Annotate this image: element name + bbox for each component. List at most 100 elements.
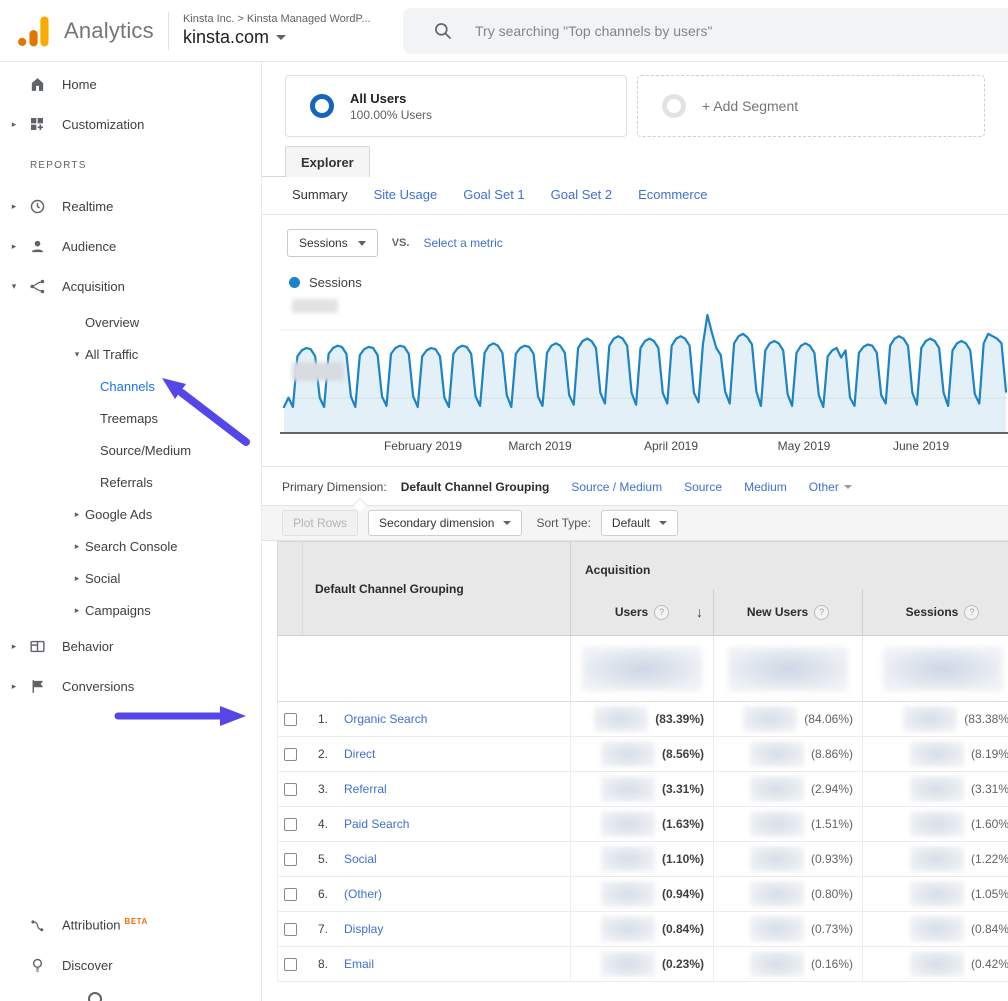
table-row: 1. Organic Search (83.39%) (84.06%) (83.…	[277, 702, 1008, 737]
chevron-right-icon: ▸	[71, 509, 83, 520]
dimension-source[interactable]: Source	[684, 480, 722, 494]
new-users-percent: (84.06%)	[804, 712, 853, 726]
help-icon[interactable]: ?	[654, 605, 669, 620]
sort-type-label: Sort Type:	[536, 516, 590, 530]
subtab-site-usage[interactable]: Site Usage	[374, 187, 438, 202]
subtab-goal-set-1[interactable]: Goal Set 1	[463, 187, 524, 202]
search-icon	[433, 21, 453, 41]
search-input[interactable]: Try searching "Top channels by users"	[403, 8, 1008, 54]
sidebar-item-channels[interactable]: Channels	[0, 370, 261, 402]
subtab-goal-set-2[interactable]: Goal Set 2	[551, 187, 612, 202]
sidebar-item-customization[interactable]: ▸ Customization	[0, 104, 261, 144]
channel-link[interactable]: Referral	[344, 782, 387, 796]
admin-gear-icon-partial[interactable]	[88, 992, 102, 1001]
channel-link[interactable]: Social	[344, 852, 377, 866]
channel-link[interactable]: Organic Search	[344, 712, 427, 726]
sessions-percent: (1.60%)	[971, 817, 1008, 831]
sidebar-item-referrals[interactable]: Referrals	[0, 466, 261, 498]
row-checkbox[interactable]	[284, 748, 297, 761]
sidebar-item-google-ads[interactable]: ▸ Google Ads	[0, 498, 261, 530]
sessions-percent: (0.84%)	[971, 922, 1008, 936]
row-checkbox[interactable]	[284, 958, 297, 971]
sidebar-item-overview[interactable]: Overview	[0, 306, 261, 338]
sidebar-item-discover[interactable]: Discover	[0, 945, 261, 985]
app-header: Analytics Kinsta Inc. > Kinsta Managed W…	[0, 0, 1008, 62]
sidebar-item-source-medium[interactable]: Source/Medium	[0, 434, 261, 466]
subtab-ecommerce[interactable]: Ecommerce	[638, 187, 707, 202]
subtab-summary[interactable]: Summary	[292, 187, 348, 202]
dimension-other-dropdown[interactable]: Other	[809, 480, 852, 494]
table-row: 5. Social (1.10%) (0.93%) (1.22%)	[277, 842, 1008, 877]
row-checkbox[interactable]	[284, 713, 297, 726]
sidebar-item-all-traffic[interactable]: ▾ All Traffic	[0, 338, 261, 370]
sidebar-item-audience[interactable]: ▸ Audience	[0, 226, 261, 266]
analytics-logo[interactable]: Analytics	[0, 11, 168, 51]
sessions-percent: (83.38%)	[964, 712, 1008, 726]
dimension-medium[interactable]: Medium	[744, 480, 787, 494]
sidebar-footer: AttributionBETA Discover	[0, 905, 261, 985]
users-percent: (1.63%)	[662, 817, 704, 831]
tab-explorer[interactable]: Explorer	[285, 146, 370, 177]
chart-area-fill	[284, 315, 1006, 433]
row-checkbox[interactable]	[284, 853, 297, 866]
redacted-value	[601, 776, 655, 802]
channel-link[interactable]: Direct	[344, 747, 375, 761]
sidebar-item-search-console[interactable]: ▸ Search Console	[0, 530, 261, 562]
sidebar-item-acquisition[interactable]: ▾ Acquisition	[0, 266, 261, 306]
row-checkbox[interactable]	[284, 783, 297, 796]
sidebar-item-realtime[interactable]: ▸ Realtime	[0, 186, 261, 226]
channel-link[interactable]: (Other)	[344, 887, 382, 901]
users-percent: (8.56%)	[662, 747, 704, 761]
chevron-right-icon: ▸	[8, 201, 20, 212]
users-percent: (0.94%)	[662, 887, 704, 901]
table-row: 7. Display (0.84%) (0.73%) (0.84%)	[277, 912, 1008, 947]
customization-icon	[28, 115, 46, 133]
redacted-value	[910, 846, 964, 872]
sessions-percent: (3.31%)	[971, 782, 1008, 796]
row-checkbox[interactable]	[284, 818, 297, 831]
metric-select-dropdown[interactable]: Sessions	[287, 229, 378, 257]
sidebar-item-campaigns[interactable]: ▸ Campaigns	[0, 594, 261, 626]
new-users-column-header[interactable]: New Users ?	[713, 589, 862, 635]
acquisition-icon	[28, 277, 46, 295]
behavior-icon	[28, 637, 46, 655]
channel-link[interactable]: Email	[344, 957, 374, 971]
sidebar-item-behavior[interactable]: ▸ Behavior	[0, 626, 261, 666]
secondary-dimension-dropdown[interactable]: Secondary dimension	[368, 510, 522, 536]
sessions-column-header[interactable]: Sessions ?	[862, 589, 1008, 635]
redacted-value	[910, 951, 964, 977]
users-percent: (0.84%)	[662, 922, 704, 936]
row-rank: 4.	[318, 817, 344, 831]
channels-table: Default Channel Grouping Acquisition Use…	[277, 541, 1008, 982]
sort-type-dropdown[interactable]: Default	[601, 510, 678, 536]
redacted-value	[601, 951, 655, 977]
dimension-default-channel-grouping[interactable]: Default Channel Grouping	[401, 480, 550, 494]
help-icon[interactable]: ?	[964, 605, 979, 620]
row-rank: 3.	[318, 782, 344, 796]
sidebar-item-home[interactable]: Home	[0, 64, 261, 104]
row-checkbox[interactable]	[284, 923, 297, 936]
sessions-chart[interactable]: February 2019 March 2019 April 2019 May …	[262, 296, 1008, 456]
redacted-value	[750, 846, 804, 872]
sidebar-item-social[interactable]: ▸ Social	[0, 562, 261, 594]
account-picker[interactable]: Kinsta Inc. > Kinsta Managed WordP... ki…	[169, 13, 397, 48]
add-segment-button[interactable]: + Add Segment	[637, 75, 985, 137]
row-checkbox[interactable]	[284, 888, 297, 901]
users-column-header[interactable]: Users ? ↓	[570, 589, 713, 635]
channel-link[interactable]: Display	[344, 922, 383, 936]
select-a-metric-link[interactable]: Select a metric	[423, 236, 502, 250]
sidebar-item-conversions[interactable]: ▸ Conversions	[0, 666, 261, 706]
segment-all-users[interactable]: All Users 100.00% Users	[285, 75, 627, 137]
chevron-right-icon: ▸	[8, 119, 20, 130]
dimension-source-medium[interactable]: Source / Medium	[571, 480, 662, 494]
sidebar-item-treemaps[interactable]: Treemaps	[0, 402, 261, 434]
channel-link[interactable]: Paid Search	[344, 817, 409, 831]
users-percent: (0.23%)	[662, 957, 704, 971]
chevron-down-icon	[503, 521, 511, 525]
report-subtabs: Summary Site Usage Goal Set 1 Goal Set 2…	[262, 177, 1008, 215]
plot-rows-button[interactable]: Plot Rows	[282, 510, 358, 536]
dimension-column-header[interactable]: Default Channel Grouping	[302, 542, 570, 635]
sidebar-item-attribution[interactable]: AttributionBETA	[0, 905, 261, 945]
help-icon[interactable]: ?	[814, 605, 829, 620]
property-name: kinsta.com	[183, 27, 269, 48]
